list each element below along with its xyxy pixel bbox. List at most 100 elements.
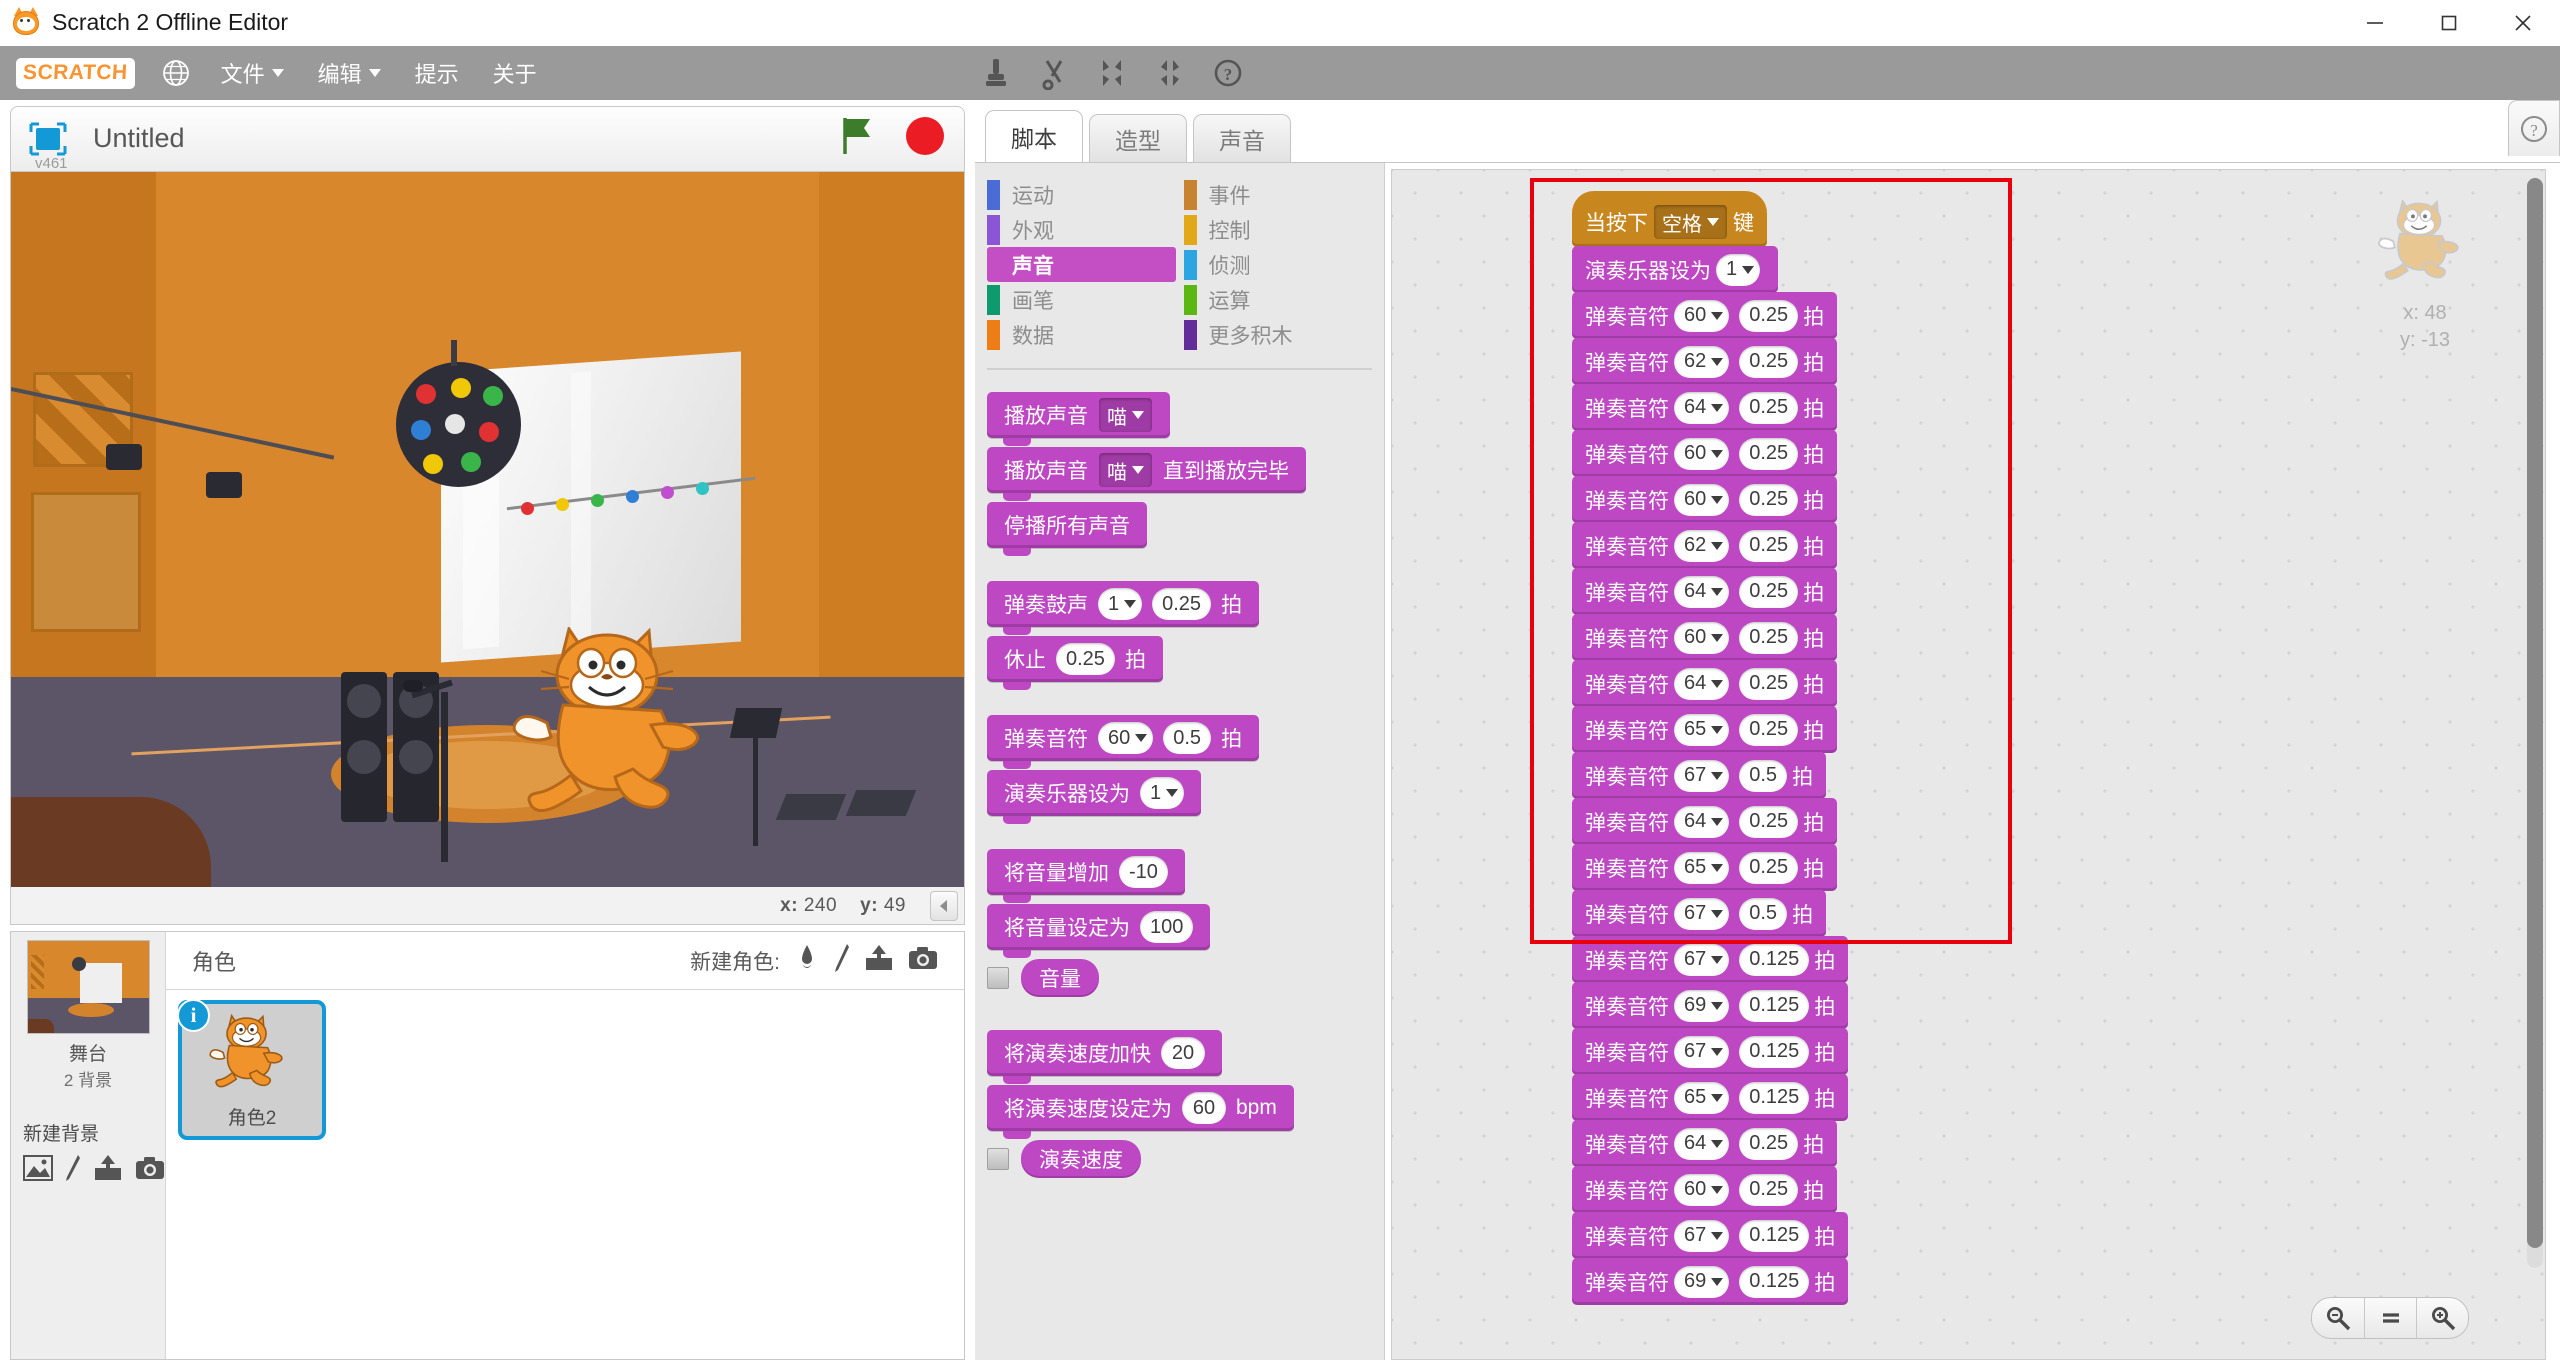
menu-about[interactable]: 关于 <box>489 54 541 92</box>
palette-block-set-tempo[interactable]: 将演奏速度设定为 60 bpm <box>987 1085 1294 1139</box>
category-sound[interactable]: 声音 <box>987 247 1176 282</box>
script-block-19-number-input[interactable]: 0.125 <box>1739 1081 1810 1114</box>
script-block-3-dropdown[interactable]: 62 <box>1674 345 1730 378</box>
script-block-10-number-input[interactable]: 0.25 <box>1739 667 1799 700</box>
tab-costumes[interactable]: 造型 <box>1089 114 1187 162</box>
shrink-tool-icon[interactable] <box>1154 56 1186 90</box>
script-block-2[interactable]: 弹奏音符 60 0.25 拍 <box>1572 292 1838 339</box>
script-block-16-dropdown[interactable]: 67 <box>1674 943 1730 976</box>
script-block-18-dropdown[interactable]: 67 <box>1674 1035 1730 1068</box>
script-block-22[interactable]: 弹奏音符 67 0.125 拍 <box>1572 1212 1849 1259</box>
script-block-23[interactable]: 弹奏音符 69 0.125 拍 <box>1572 1258 1849 1305</box>
script-block-8-dropdown[interactable]: 64 <box>1674 575 1730 608</box>
stamp-tool-icon[interactable] <box>980 56 1012 90</box>
script-block-14[interactable]: 弹奏音符 65 0.25 拍 <box>1572 844 1838 891</box>
script-block-7-number-input[interactable]: 0.25 <box>1739 529 1799 562</box>
palette-block-rest-for-number-input[interactable]: 0.25 <box>1056 643 1115 675</box>
scratch-logo[interactable]: SCRATCH <box>16 57 135 89</box>
menu-edit[interactable]: 编辑 <box>314 54 385 92</box>
script-block-20-number-input[interactable]: 0.25 <box>1739 1127 1799 1160</box>
script-block-19[interactable]: 弹奏音符 65 0.125 拍 <box>1572 1074 1849 1121</box>
stop-icon[interactable] <box>904 115 946 162</box>
script-block-9-number-input[interactable]: 0.25 <box>1739 621 1799 654</box>
script-block-22-dropdown[interactable]: 67 <box>1674 1219 1730 1252</box>
paint-icon[interactable] <box>65 1154 81 1187</box>
script-block-11[interactable]: 弹奏音符 65 0.25 拍 <box>1572 706 1838 753</box>
script-block-4-number-input[interactable]: 0.25 <box>1739 391 1799 424</box>
script-block-13[interactable]: 弹奏音符 64 0.25 拍 <box>1572 798 1838 845</box>
camera-icon[interactable] <box>908 946 938 975</box>
palette-block-volume-reporter[interactable]: 音量 <box>1021 959 1099 997</box>
script-block-17-number-input[interactable]: 0.125 <box>1739 989 1810 1022</box>
script-block-10-dropdown[interactable]: 64 <box>1674 667 1730 700</box>
zoom-out-icon[interactable] <box>2312 1298 2364 1338</box>
script-block-4-dropdown[interactable]: 64 <box>1674 391 1730 424</box>
script-block-7-dropdown[interactable]: 62 <box>1674 529 1730 562</box>
script-block-8-number-input[interactable]: 0.25 <box>1739 575 1799 608</box>
palette-block-change-volume-number-input[interactable]: -10 <box>1119 856 1168 888</box>
script-block-3[interactable]: 弹奏音符 62 0.25 拍 <box>1572 338 1838 385</box>
script-block-9-dropdown[interactable]: 60 <box>1674 621 1730 654</box>
palette-block-rest-for[interactable]: 休止 0.25 拍 <box>987 636 1163 690</box>
script-block-18-number-input[interactable]: 0.125 <box>1739 1035 1810 1068</box>
script-block-2-number-input[interactable]: 0.25 <box>1739 299 1799 332</box>
category-more-blocks[interactable]: 更多积木 <box>1183 317 1373 352</box>
palette-block-play-sound[interactable]: 播放声音喵 <box>987 392 1170 446</box>
palette-block-play-note-number-input[interactable]: 0.5 <box>1163 722 1212 754</box>
checkbox-volume-reporter[interactable] <box>987 967 1009 989</box>
collapse-left-icon[interactable] <box>930 891 958 922</box>
sprite-card-角色2[interactable]: i 角色2 <box>177 999 326 1141</box>
help-icon[interactable]: ? <box>2508 100 2560 156</box>
category-pen[interactable]: 画笔 <box>987 282 1176 317</box>
script-block-17[interactable]: 弹奏音符 69 0.125 拍 <box>1572 982 1849 1029</box>
script-block-23-dropdown[interactable]: 69 <box>1674 1265 1730 1298</box>
camera-icon[interactable] <box>135 1156 165 1185</box>
script-block-5[interactable]: 弹奏音符 60 0.25 拍 <box>1572 430 1838 477</box>
menu-tips[interactable]: 提示 <box>411 54 463 92</box>
sprite-info-badge[interactable]: i <box>177 999 210 1033</box>
script-block-20-dropdown[interactable]: 64 <box>1674 1127 1730 1160</box>
script-block-19-dropdown[interactable]: 65 <box>1674 1081 1730 1114</box>
script-block-13-number-input[interactable]: 0.25 <box>1739 805 1799 838</box>
tab-sounds[interactable]: 声音 <box>1193 114 1291 162</box>
category-data[interactable]: 数据 <box>987 317 1176 352</box>
script-block-11-number-input[interactable]: 0.25 <box>1739 713 1799 746</box>
palette-block-tempo-reporter[interactable]: 演奏速度 <box>1021 1140 1141 1178</box>
script-block-10[interactable]: 弹奏音符 64 0.25 拍 <box>1572 660 1838 707</box>
script-block-16-number-input[interactable]: 0.125 <box>1739 943 1810 976</box>
script-block-0[interactable]: 当按下 空格 键 <box>1572 191 1767 247</box>
zoom-in-icon[interactable] <box>2416 1298 2468 1338</box>
zoom-reset-icon[interactable] <box>2364 1298 2416 1338</box>
palette-block-set-tempo-number-input[interactable]: 60 <box>1182 1092 1226 1124</box>
palette-block-play-drum-dropdown[interactable]: 1 <box>1098 588 1143 620</box>
script-stack[interactable]: 当按下 空格键演奏乐器设为 1 弹奏音符 60 0.25 拍弹奏音符 62 0.25 拍弹奏音符 6… <box>1572 191 1849 1305</box>
grow-tool-icon[interactable] <box>1096 56 1128 90</box>
script-block-11-dropdown[interactable]: 65 <box>1674 713 1730 746</box>
script-block-18[interactable]: 弹奏音符 67 0.125 拍 <box>1572 1028 1849 1075</box>
upload-icon[interactable] <box>93 1154 123 1187</box>
palette-block-stop-all-sounds[interactable]: 停播所有声音 <box>987 502 1147 556</box>
palette-block-play-drum-number-input[interactable]: 0.25 <box>1152 588 1212 620</box>
category-looks[interactable]: 外观 <box>987 212 1176 247</box>
palette-block-set-volume[interactable]: 将音量设定为 100 <box>987 904 1211 958</box>
upload-icon[interactable] <box>864 944 894 977</box>
script-block-20[interactable]: 弹奏音符 64 0.25 拍 <box>1572 1120 1838 1167</box>
stage-thumbnail-card[interactable]: 舞台 2 背景 <box>26 940 150 1091</box>
help-tool-icon[interactable]: ? <box>1212 56 1244 90</box>
script-block-12-number-input[interactable]: 0.5 <box>1739 759 1788 792</box>
script-block-22-number-input[interactable]: 0.125 <box>1739 1219 1810 1252</box>
paint-icon[interactable] <box>834 943 850 978</box>
script-block-6[interactable]: 弹奏音符 60 0.25 拍 <box>1572 476 1838 523</box>
script-block-15-dropdown[interactable]: 67 <box>1674 897 1730 930</box>
globe-icon[interactable] <box>161 58 191 88</box>
canvas-vertical-scrollbar[interactable] <box>2527 178 2543 1268</box>
script-block-8[interactable]: 弹奏音符 64 0.25 拍 <box>1572 568 1838 615</box>
library-icon[interactable] <box>23 1155 53 1186</box>
palette-block-play-sound-dropdown[interactable]: 喵 <box>1099 398 1152 432</box>
script-block-13-dropdown[interactable]: 64 <box>1674 805 1730 838</box>
script-block-17-dropdown[interactable]: 69 <box>1674 989 1730 1022</box>
category-motion[interactable]: 运动 <box>987 177 1176 212</box>
palette-block-play-note-dropdown[interactable]: 60 <box>1098 722 1154 754</box>
script-block-5-number-input[interactable]: 0.25 <box>1739 437 1799 470</box>
library-icon[interactable] <box>794 944 820 977</box>
